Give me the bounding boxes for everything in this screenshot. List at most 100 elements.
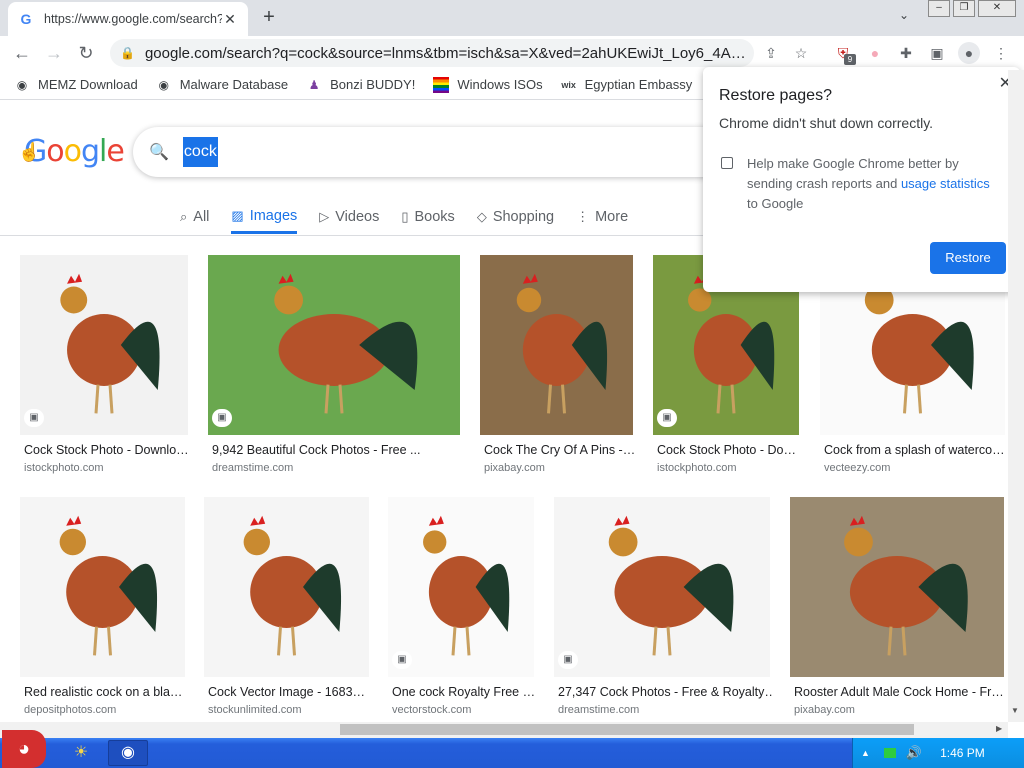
result-source[interactable]: pixabay.com xyxy=(794,704,855,716)
crash-report-checkbox[interactable] xyxy=(721,157,733,169)
tab-title: https://www.google.com/search?q=cock xyxy=(44,12,222,26)
wix-icon: wix xyxy=(561,79,576,90)
result-source[interactable]: pixabay.com xyxy=(484,462,545,474)
bookmark-star-icon[interactable]: ☆ xyxy=(790,42,812,64)
system-tray: ▲ 🔊 1:46 PM xyxy=(852,738,1024,768)
scroll-right-arrow-icon[interactable]: ▶ xyxy=(996,724,1002,733)
clock[interactable]: 1:46 PM xyxy=(940,746,985,760)
trans-flag-extension-icon[interactable]: ● xyxy=(864,42,886,64)
mouse-cursor-icon: ☝ xyxy=(18,142,41,162)
explorer-taskbar-icon[interactable]: ☀ xyxy=(70,742,92,764)
image-badge-icon: ▣ xyxy=(558,651,578,669)
result-title[interactable]: Cock Stock Photo - Do… xyxy=(657,443,803,457)
forward-icon[interactable]: → xyxy=(42,41,66,65)
result-title[interactable]: 9,942 Beautiful Cock Photos - Free ... xyxy=(212,443,464,457)
globe-icon: ◉ xyxy=(16,77,28,92)
restore-pages-dialog: Restore pages? ✕ Chrome didn't shut down… xyxy=(703,67,1020,292)
image-badge-icon: ▣ xyxy=(212,409,232,427)
rooster-thumbnail[interactable] xyxy=(204,497,369,677)
address-bar[interactable]: 🔒 google.com/search?q=cock&source=lnms&t… xyxy=(110,39,754,67)
search-icon: 🔍 xyxy=(149,144,169,161)
image-badge-icon: ▣ xyxy=(392,651,412,669)
usage-statistics-link[interactable]: usage statistics xyxy=(901,176,990,191)
rooster-thumbnail[interactable]: ▣ xyxy=(208,255,460,435)
bookmark-egyptian-embassy[interactable]: wix Egyptian Embassy xyxy=(561,77,692,93)
search-icon: ⌕ xyxy=(180,209,188,224)
tray-expand-icon[interactable]: ▲ xyxy=(861,748,870,758)
rooster-thumbnail[interactable]: ▣ xyxy=(388,497,534,677)
reload-icon[interactable]: ↻ xyxy=(74,41,98,65)
rooster-thumbnail[interactable] xyxy=(790,497,1004,677)
lock-icon: 🔒 xyxy=(120,46,135,60)
tab-search-icon[interactable]: ⌄ xyxy=(894,8,914,28)
restore-window-button[interactable]: ❐ xyxy=(953,0,975,17)
restore-button[interactable]: Restore xyxy=(930,242,1006,274)
horizontal-scroll-thumb[interactable] xyxy=(340,724,914,735)
result-title[interactable]: 27,347 Cock Photos - Free & Royalty… xyxy=(558,685,774,699)
rooster-thumbnail[interactable] xyxy=(480,255,633,435)
play-icon: ▷ xyxy=(319,209,330,224)
share-icon[interactable]: ⇪ xyxy=(760,42,782,64)
browser-tab[interactable]: G https://www.google.com/search?q=cock ✕ xyxy=(8,2,248,36)
image-badge-icon: ▣ xyxy=(657,409,677,427)
vertical-scrollbar[interactable] xyxy=(1008,70,1024,722)
scroll-down-arrow-icon[interactable]: ▼ xyxy=(1011,706,1019,715)
result-title[interactable]: Red realistic cock on a bla… xyxy=(24,685,189,699)
search-box[interactable]: 🔍 cock xyxy=(133,127,733,177)
rooster-thumbnail[interactable]: ▣ xyxy=(554,497,770,677)
rooster-thumbnail[interactable] xyxy=(20,497,185,677)
result-title[interactable]: Cock Stock Photo - Downlo… xyxy=(24,443,192,457)
search-query[interactable]: cock xyxy=(182,137,218,167)
back-icon[interactable]: ← xyxy=(10,41,34,65)
bonzi-icon: ♟ xyxy=(308,77,320,92)
rooster-thumbnail[interactable]: ▣ xyxy=(20,255,188,435)
result-title[interactable]: Rooster Adult Male Cock Home - Fr… xyxy=(794,685,1008,699)
result-source[interactable]: vectorstock.com xyxy=(392,704,471,716)
profile-avatar-icon[interactable]: ● xyxy=(958,42,980,64)
result-source[interactable]: vecteezy.com xyxy=(824,462,890,474)
tag-icon: ◇ xyxy=(476,209,487,224)
network-icon[interactable] xyxy=(883,748,896,758)
result-title[interactable]: Cock The Cry Of A Pins -… xyxy=(484,443,637,457)
volume-icon[interactable]: 🔊 xyxy=(906,745,922,761)
globe-icon: ◉ xyxy=(158,77,169,92)
tab-images[interactable]: ▨ Images xyxy=(231,200,298,234)
menu-kebab-icon[interactable]: ⋮ xyxy=(990,42,1012,64)
result-source[interactable]: istockphoto.com xyxy=(24,462,103,474)
chrome-taskbar-button[interactable]: ◉ xyxy=(108,740,148,766)
bookmark-bonzi-buddy[interactable]: ♟ Bonzi BUDDY! xyxy=(306,77,416,93)
result-source[interactable]: stockunlimited.com xyxy=(208,704,302,716)
extension-badge: 9 xyxy=(844,54,856,65)
bookmark-windows-isos[interactable]: Windows ISOs xyxy=(433,76,543,93)
extensions-puzzle-icon[interactable]: ✚ xyxy=(895,42,917,64)
minimize-button[interactable]: – xyxy=(928,0,950,17)
result-source[interactable]: dreamstime.com xyxy=(558,704,639,716)
new-tab-button[interactable]: + xyxy=(256,6,282,30)
result-title[interactable]: One cock Royalty Free … xyxy=(392,685,538,699)
side-panel-icon[interactable]: ▣ xyxy=(926,42,948,64)
result-source[interactable]: istockphoto.com xyxy=(657,462,736,474)
tab-shopping[interactable]: ◇ Shopping xyxy=(477,200,554,234)
result-source[interactable]: dreamstime.com xyxy=(212,462,293,474)
close-tab-icon[interactable]: ✕ xyxy=(222,11,238,28)
google-favicon-icon: G xyxy=(20,11,32,27)
tab-videos[interactable]: ▷ Videos xyxy=(319,200,379,234)
tab-all[interactable]: ⌕ All xyxy=(180,200,209,234)
book-icon: ▯ xyxy=(401,209,409,224)
tab-more[interactable]: ⋮ More xyxy=(576,200,628,234)
bookmark-memz[interactable]: ◉ MEMZ Download xyxy=(14,77,138,93)
image-badge-icon: ▣ xyxy=(24,409,44,427)
image-icon: ▨ xyxy=(231,207,244,223)
tab-books[interactable]: ▯ Books xyxy=(401,200,454,234)
result-title[interactable]: Cock from a splash of waterco… xyxy=(824,443,1009,457)
crash-report-label: Help make Google Chrome better by sendin… xyxy=(747,156,990,211)
dialog-message: Chrome didn't shut down correctly. xyxy=(719,115,934,131)
dialog-title: Restore pages? xyxy=(719,87,832,104)
url-text: google.com/search?q=cock&source=lnms&tbm… xyxy=(144,44,746,62)
close-window-button[interactable]: ✕ xyxy=(978,0,1016,17)
start-button-angry-bird-icon[interactable]: ◕ xyxy=(2,730,46,768)
result-source[interactable]: depositphotos.com xyxy=(24,704,116,716)
result-title[interactable]: Cock Vector Image - 1683… xyxy=(208,685,373,699)
more-vert-icon: ⋮ xyxy=(576,209,590,224)
bookmark-malware-database[interactable]: ◉ Malware Database xyxy=(156,77,288,93)
